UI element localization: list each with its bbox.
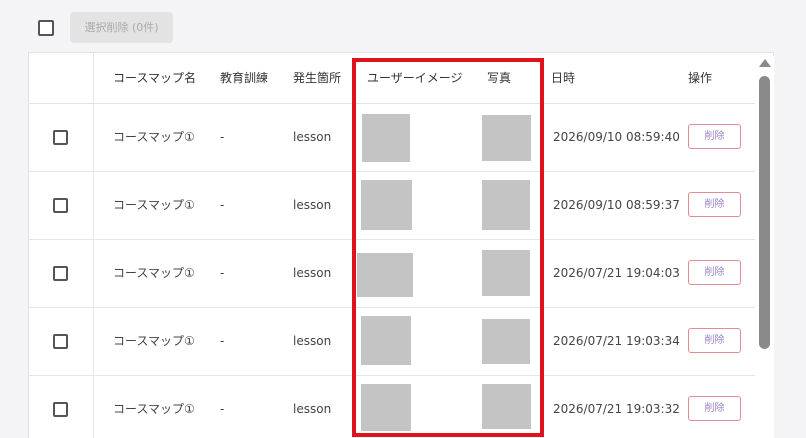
row-delete-button[interactable]: 削除 [688,396,741,421]
header-user-image: ユーザーイメージ [367,71,463,85]
table-row: コースマップ① - lesson 2026/09/10 08:59:40 削除 [29,103,755,172]
header-actions: 操作 [688,71,713,85]
user-image-thumbnail[interactable] [362,114,410,162]
training-cell: - [220,334,225,348]
course-map-name-cell: コースマップ① [113,130,195,144]
location-cell: lesson [293,198,332,212]
scrollbar-thumb[interactable] [759,76,770,349]
datetime-cell: 2026/09/10 08:59:37 [553,198,680,212]
header-photo: 写真 [487,71,512,85]
table-row: コースマップ① - lesson 2026/09/10 08:59:37 削除 [29,171,755,240]
location-cell: lesson [293,334,332,348]
location-cell: lesson [293,402,332,416]
table-header: コースマップ名 教育訓練 発生箇所 ユーザーイメージ 写真 日時 操作 [29,53,755,104]
course-map-name-cell: コースマップ① [113,402,195,416]
training-cell: - [220,266,225,280]
row-delete-button[interactable]: 削除 [688,192,741,217]
table-row: コースマップ① - lesson 2026/07/21 19:03:32 削除 [29,375,755,438]
row-checkbox[interactable] [53,198,68,213]
row-checkbox[interactable] [53,402,68,417]
training-cell: - [220,198,225,212]
photo-thumbnail[interactable] [482,384,531,429]
location-cell: lesson [293,266,332,280]
photo-thumbnail[interactable] [482,180,530,230]
data-table-page: 選択削除 (0件) コースマップ名 教育訓練 発生箇所 ユーザーイメージ 写真 … [0,0,806,438]
photo-thumbnail[interactable] [482,319,530,364]
row-delete-button[interactable]: 削除 [688,260,741,285]
header-location: 発生箇所 [293,71,342,85]
course-map-name-cell: コースマップ① [113,198,195,212]
datetime-cell: 2026/09/10 08:59:40 [553,130,680,144]
header-course-map-name: コースマップ名 [113,71,197,85]
user-image-thumbnail[interactable] [361,316,411,365]
training-cell: - [220,130,225,144]
course-map-name-cell: コースマップ① [113,266,195,280]
scroll-up-arrow-icon[interactable] [759,59,771,67]
course-map-name-cell: コースマップ① [113,334,195,348]
datetime-cell: 2026/07/21 19:04:03 [553,266,680,280]
user-image-thumbnail[interactable] [357,253,413,297]
row-checkbox[interactable] [53,334,68,349]
row-checkbox[interactable] [53,266,68,281]
photo-thumbnail[interactable] [482,250,530,296]
user-image-thumbnail[interactable] [361,180,412,230]
right-gutter [776,0,806,438]
training-cell: - [220,402,225,416]
bulk-delete-button[interactable]: 選択削除 (0件) [70,12,173,43]
location-cell: lesson [293,130,332,144]
header-datetime: 日時 [551,71,576,85]
select-all-checkbox[interactable] [38,20,54,36]
row-checkbox[interactable] [53,130,68,145]
photo-thumbnail[interactable] [482,115,531,161]
row-delete-button[interactable]: 削除 [688,124,741,149]
datetime-cell: 2026/07/21 19:03:34 [553,334,680,348]
user-image-thumbnail[interactable] [361,384,411,431]
table-row: コースマップ① - lesson 2026/07/21 19:04:03 削除 [29,239,755,308]
records-table: コースマップ名 教育訓練 発生箇所 ユーザーイメージ 写真 日時 操作 コースマ… [28,52,774,438]
datetime-cell: 2026/07/21 19:03:32 [553,402,680,416]
header-training: 教育訓練 [220,71,269,85]
table-row: コースマップ① - lesson 2026/07/21 19:03:34 削除 [29,307,755,376]
row-delete-button[interactable]: 削除 [688,328,741,353]
